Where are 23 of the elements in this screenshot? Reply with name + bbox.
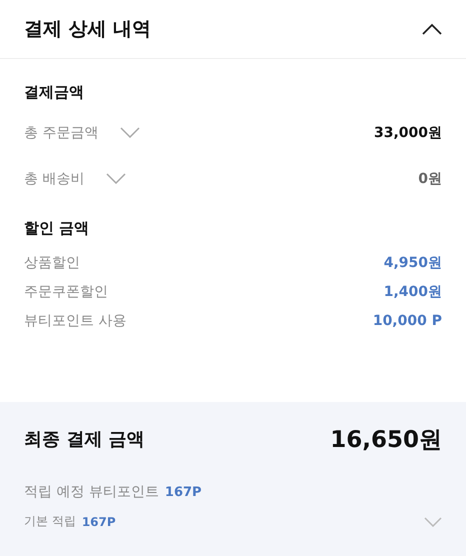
total-amount: 16,650원 <box>330 426 442 454</box>
page-title: 결제 상세 내역 <box>24 17 152 42</box>
row-amount: 4,950원 <box>384 254 442 272</box>
section-title: 결제금액 <box>24 83 85 102</box>
points-label: 기본 적립 <box>24 513 76 530</box>
points-label: 적립 예정 뷰티포인트 <box>24 483 159 501</box>
row-amount: 0원 <box>418 170 442 188</box>
row-label: 뷰티포인트 사용 <box>24 312 126 330</box>
row-amount: 10,000 P <box>372 312 442 328</box>
row-amount: 33,000원 <box>374 124 442 142</box>
row-label: 주문쿠폰할인 <box>24 282 108 300</box>
row-label: 총 배송비 <box>24 170 84 188</box>
row-label: 상품할인 <box>24 254 80 272</box>
points-amount: 167P <box>82 514 116 528</box>
chevron-down-icon[interactable] <box>120 127 140 138</box>
row-label: 총 주문금액 <box>24 124 98 142</box>
row-amount: 1,400원 <box>384 282 442 300</box>
total-label: 최종 결제 금액 <box>24 428 145 451</box>
chevron-down-icon[interactable] <box>424 516 442 526</box>
chevron-up-icon[interactable] <box>422 23 442 35</box>
points-amount: 167P <box>164 484 202 500</box>
chevron-down-icon[interactable] <box>106 173 126 184</box>
section-title: 할인 금액 <box>24 219 90 238</box>
